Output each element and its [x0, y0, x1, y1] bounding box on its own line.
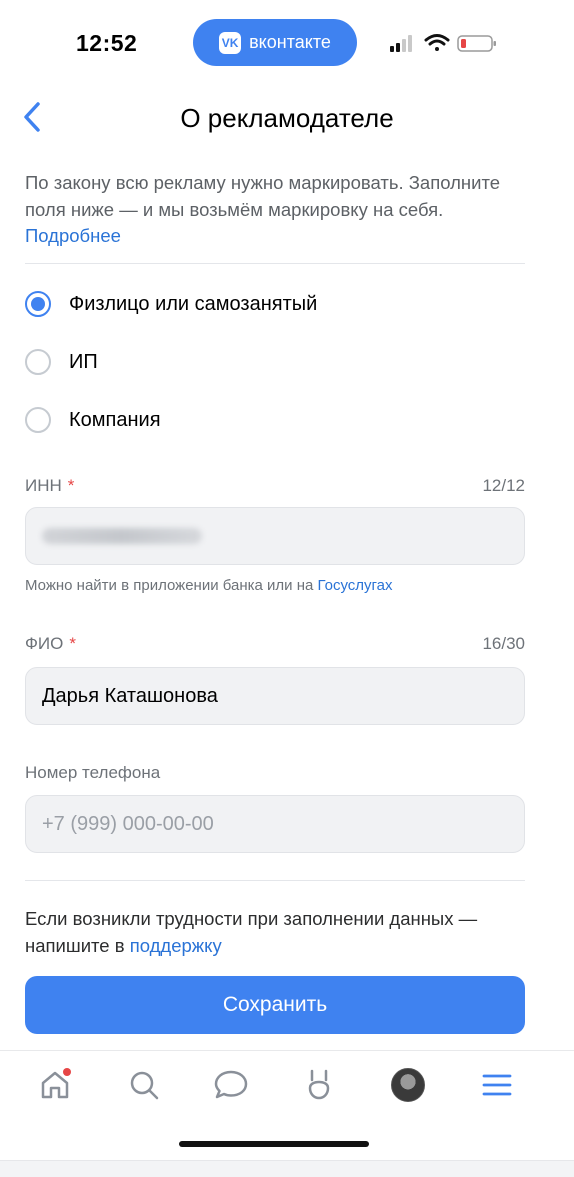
radio-ip[interactable]: ИП: [25, 346, 98, 378]
avatar: [391, 1068, 425, 1102]
fio-input[interactable]: Дарья Каташонова: [25, 667, 525, 725]
fio-counter: 16/30: [482, 634, 525, 653]
intro-body: По закону всю рекламу нужно маркировать.…: [25, 172, 501, 220]
home-icon: [41, 1068, 71, 1099]
home-indicator[interactable]: [179, 1141, 369, 1147]
inn-hint-text: Можно найти в приложении банка или на: [25, 577, 318, 594]
radio-label: Физлицо или самозанятый: [69, 292, 318, 315]
cellular-signal-icon: [390, 35, 412, 52]
support-text: Если возникли трудности при заполнении д…: [25, 908, 478, 956]
inn-label: ИНН *: [25, 476, 74, 496]
required-mark: *: [67, 476, 75, 495]
support-note: Если возникли трудности при заполнении д…: [25, 906, 530, 959]
tab-home[interactable]: [35, 1065, 75, 1105]
menu-icon: [482, 1074, 512, 1096]
clips-icon: [308, 1069, 330, 1100]
status-bar: 12:52 VK вконтакте: [0, 0, 574, 86]
page-title: О рекламодателе: [180, 103, 394, 133]
required-mark: *: [69, 634, 76, 653]
divider: [25, 263, 525, 264]
bottom-strip: [0, 1160, 574, 1177]
wifi-icon: [424, 34, 450, 51]
radio-label: Компания: [69, 408, 161, 431]
support-link[interactable]: поддержку: [130, 935, 222, 956]
tab-menu[interactable]: [477, 1065, 517, 1105]
tab-search[interactable]: [124, 1065, 164, 1105]
search-icon: [130, 1071, 159, 1100]
radio-checked-icon: [25, 291, 51, 317]
radio-unchecked-icon: [25, 349, 51, 375]
radio-label: ИП: [69, 350, 98, 373]
inn-counter: 12/12: [482, 476, 525, 495]
inn-label-text: ИНН: [25, 476, 62, 495]
status-time: 12:52: [76, 30, 138, 56]
tab-messenger[interactable]: [211, 1065, 251, 1105]
inn-input[interactable]: [25, 507, 525, 565]
battery-icon: [457, 35, 496, 52]
vk-logo-icon: VK: [219, 31, 242, 54]
divider: [25, 880, 525, 881]
fio-label: ФИО *: [25, 634, 76, 654]
radio-unchecked-icon: [25, 407, 51, 433]
inn-value-redacted: [42, 528, 202, 544]
tab-clips[interactable]: [299, 1065, 339, 1105]
tab-profile[interactable]: [388, 1065, 428, 1105]
radio-company[interactable]: Компания: [25, 404, 161, 436]
radio-individual[interactable]: Физлицо или самозанятый: [25, 288, 317, 320]
more-link[interactable]: Подробнее: [25, 225, 121, 246]
phone-input[interactable]: +7 (999) 000-00-00: [25, 795, 525, 853]
phone-label: Номер телефона: [25, 763, 161, 782]
vk-app-pill[interactable]: VK вконтакте: [193, 19, 357, 66]
vk-app-name: вконтакте: [249, 32, 331, 52]
bottom-tab-bar: [0, 1050, 574, 1121]
inn-hint: Можно найти в приложении банка или на Го…: [25, 577, 393, 594]
gosuslugi-link[interactable]: Госуслугах: [318, 577, 393, 594]
messenger-icon: [214, 1070, 248, 1099]
header: О рекламодателе: [0, 86, 574, 152]
intro-text: По закону всю рекламу нужно маркировать.…: [25, 170, 525, 250]
fio-label-text: ФИО: [25, 634, 64, 653]
system-status-icons: [390, 34, 496, 52]
save-button[interactable]: Сохранить: [25, 976, 525, 1034]
